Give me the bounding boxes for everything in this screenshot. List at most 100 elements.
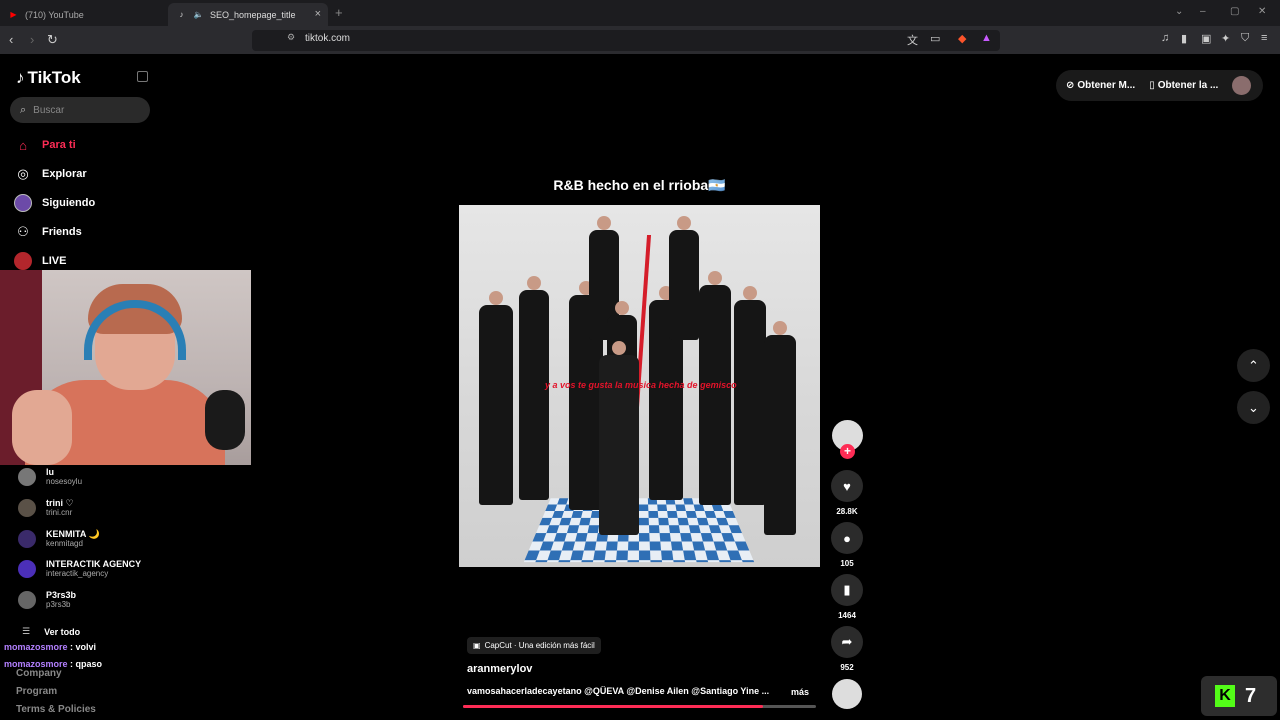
footer-program[interactable]: Program bbox=[16, 686, 57, 697]
kick-viewer-overlay: K 7 bbox=[1201, 676, 1277, 716]
get-app-button[interactable]: ▯ Obtener la ... bbox=[1149, 80, 1218, 91]
like-button[interactable]: ♥ bbox=[831, 470, 863, 502]
account-username: nosesoylu bbox=[46, 477, 82, 487]
search-icon: ⌕ bbox=[20, 104, 26, 117]
more-button[interactable]: más bbox=[791, 687, 809, 697]
brave-shield-icon[interactable]: ◆ bbox=[958, 32, 966, 45]
nav-siguiendo[interactable]: Siguiendo bbox=[14, 194, 95, 212]
close-tab-icon[interactable]: × bbox=[315, 8, 321, 20]
youtube-icon: ▶ bbox=[8, 9, 19, 20]
leo-icon[interactable]: ✦ bbox=[1221, 32, 1230, 45]
comment-count: 105 bbox=[827, 559, 867, 568]
minimize-icon[interactable]: – bbox=[1200, 6, 1206, 17]
phone-icon: ▯ bbox=[1149, 80, 1155, 91]
kick-logo-icon: K bbox=[1215, 685, 1235, 707]
next-video-button[interactable]: ⌄ bbox=[1237, 391, 1270, 424]
url-text[interactable]: tiktok.com bbox=[305, 33, 350, 44]
music-icon[interactable]: ♫ bbox=[1161, 32, 1169, 44]
url-field[interactable] bbox=[252, 30, 1000, 51]
sidebar-icon[interactable]: ▮ bbox=[1181, 32, 1187, 45]
live-icon bbox=[14, 252, 32, 270]
capcut-label: CapCut · Una edición más fácil bbox=[485, 641, 595, 650]
account-name: P3rs3b bbox=[46, 590, 76, 600]
see-all-button[interactable]: ☰ Ver todo bbox=[22, 626, 80, 637]
account-name: trini ♡ bbox=[46, 498, 74, 508]
video-author[interactable]: aranmerylov bbox=[467, 663, 532, 675]
follow-plus-icon[interactable]: + bbox=[840, 444, 855, 459]
video-player[interactable]: y a vos te gusta la musica hecha de gemi… bbox=[459, 205, 820, 567]
tiktok-icon: ♪ bbox=[176, 9, 187, 20]
capcut-icon: ▣ bbox=[473, 641, 481, 650]
tab-tiktok[interactable]: ♪ 🔈 SEO_homepage_title × bbox=[168, 3, 328, 26]
following-account[interactable]: INTERACTIK AGENCY interactik_agency bbox=[18, 559, 141, 579]
nav-para-ti[interactable]: ⌂ Para ti bbox=[14, 136, 76, 154]
share-count: 952 bbox=[827, 663, 867, 672]
tab-youtube[interactable]: ▶ (710) YouTube bbox=[0, 3, 168, 26]
chat-text: volvi bbox=[76, 642, 97, 652]
button-label: Obtener la ... bbox=[1158, 80, 1219, 91]
close-window-icon[interactable]: ✕ bbox=[1258, 6, 1266, 17]
nav-explorar[interactable]: ◎ Explorar bbox=[14, 165, 87, 183]
menu-icon[interactable]: ≡ bbox=[1261, 32, 1267, 44]
account-username: kenmitagd bbox=[46, 539, 100, 549]
account-username: trini.cnr bbox=[46, 508, 74, 518]
search-input[interactable]: ⌕ Buscar bbox=[10, 97, 150, 123]
account-username: interactik_agency bbox=[46, 569, 141, 579]
footer-terms[interactable]: Terms & Policies bbox=[16, 704, 96, 715]
collapse-sidebar-icon[interactable] bbox=[137, 71, 148, 82]
progress-fill bbox=[463, 705, 763, 708]
like-count: 28.8K bbox=[827, 507, 867, 516]
address-toolbar: ‹ › ↻ 🔖︎ bbox=[0, 26, 1280, 54]
get-coins-button[interactable]: ⊘ Obtener M... bbox=[1066, 80, 1135, 91]
nav-friends[interactable]: ⚇ Friends bbox=[14, 223, 82, 241]
save-count: 1464 bbox=[827, 611, 867, 620]
profile-avatar[interactable] bbox=[1232, 76, 1251, 95]
reload-icon[interactable]: ↻ bbox=[47, 32, 58, 48]
nav-label: Explorar bbox=[42, 168, 87, 180]
following-account[interactable]: trini ♡ trini.cnr bbox=[18, 498, 74, 518]
site-info-icon[interactable]: ⚙︎ bbox=[287, 32, 295, 43]
vpn-icon[interactable]: ⛉ bbox=[1241, 32, 1249, 45]
account-username: p3rs3b bbox=[46, 600, 76, 610]
video-progress-bar[interactable] bbox=[463, 705, 816, 708]
video-description: vamosahacerladecayetano @QÜEVA @Denise A… bbox=[467, 686, 769, 696]
header-actions: ⊘ Obtener M... ▯ Obtener la ... bbox=[1056, 70, 1263, 101]
back-icon[interactable]: ‹ bbox=[9, 32, 13, 47]
forward-icon[interactable]: › bbox=[30, 32, 34, 47]
maximize-icon[interactable]: ▢ bbox=[1230, 6, 1239, 17]
account-name: KENMITA 🌙 bbox=[46, 529, 100, 539]
nav-label: Para ti bbox=[42, 139, 76, 151]
translate-icon[interactable]: 文 bbox=[907, 32, 918, 48]
tiktok-icon: ♪ bbox=[16, 68, 25, 88]
see-all-label: Ver todo bbox=[44, 627, 80, 637]
share-button[interactable]: ➦ bbox=[831, 626, 863, 658]
cast-icon[interactable]: ▭ bbox=[930, 32, 940, 45]
capcut-badge[interactable]: ▣ CapCut · Una edición más fácil bbox=[467, 637, 601, 654]
nav-label: LIVE bbox=[42, 255, 66, 267]
previous-video-button[interactable]: ⌃ bbox=[1237, 349, 1270, 382]
avatar bbox=[18, 591, 36, 609]
search-placeholder: Buscar bbox=[33, 105, 64, 116]
new-tab-button[interactable]: + bbox=[335, 5, 343, 20]
save-button[interactable]: ▮ bbox=[831, 574, 863, 606]
chevron-up-icon: ⌃ bbox=[1248, 358, 1259, 374]
music-disc-avatar[interactable] bbox=[832, 679, 862, 709]
wallet-icon[interactable]: ▣ bbox=[1201, 32, 1211, 45]
tiktok-logo[interactable]: ♪ TikTok bbox=[16, 68, 81, 88]
comment-button[interactable]: ● bbox=[831, 522, 863, 554]
avatar bbox=[18, 530, 36, 548]
nav-label: Friends bbox=[42, 226, 82, 238]
tab-list-icon[interactable]: ⌄ bbox=[1175, 6, 1183, 17]
chevron-down-icon: ⌄ bbox=[1248, 400, 1259, 416]
following-account[interactable]: KENMITA 🌙 kenmitagd bbox=[18, 529, 100, 549]
nav-label: Siguiendo bbox=[42, 197, 95, 209]
footer-company[interactable]: Company bbox=[16, 668, 62, 679]
following-account[interactable]: lu nosesoylu bbox=[18, 467, 82, 487]
speaker-icon: 🔈 bbox=[193, 9, 204, 20]
coin-icon: ⊘ bbox=[1066, 80, 1074, 91]
tab-title: (710) YouTube bbox=[25, 10, 84, 20]
following-account[interactable]: P3rs3b p3rs3b bbox=[18, 590, 76, 610]
rewards-icon[interactable]: ▲ bbox=[981, 32, 992, 44]
nav-live[interactable]: LIVE bbox=[14, 252, 66, 270]
account-name: INTERACTIK AGENCY bbox=[46, 559, 141, 569]
